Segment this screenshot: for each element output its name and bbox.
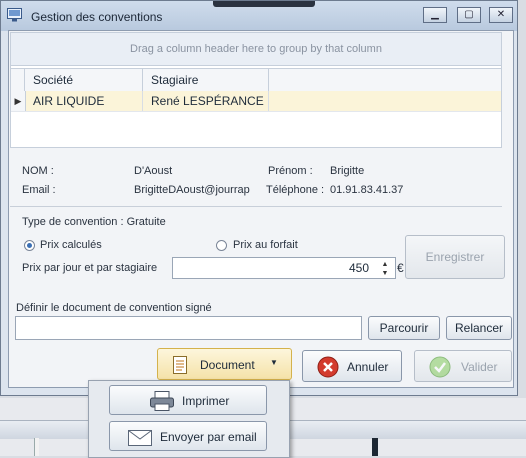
app-icon bbox=[7, 8, 22, 22]
radio-prix-forfait[interactable] bbox=[216, 240, 227, 251]
table-row[interactable]: ▶ AIR LIQUIDE René LESPÉRANCE bbox=[11, 91, 501, 112]
grid-header: Société Stagiaire bbox=[11, 68, 501, 92]
document-icon bbox=[173, 356, 187, 374]
browse-button[interactable]: Parcourir bbox=[368, 316, 440, 340]
menu-item-print-label: Imprimer bbox=[182, 394, 230, 408]
prenom-label: Prénom : bbox=[268, 165, 313, 177]
currency-symbol: € bbox=[397, 261, 404, 275]
document-menu-button[interactable]: Document ▼ bbox=[157, 348, 292, 380]
prenom-value: Brigitte bbox=[330, 165, 365, 177]
telephone-label: Téléphone : bbox=[266, 184, 325, 196]
title-bar[interactable]: Gestion des conventions ▁ ▢ ✕ bbox=[1, 1, 517, 31]
email-label: Email : bbox=[22, 184, 56, 196]
price-spinner-icon[interactable]: ▲ ▼ bbox=[380, 260, 390, 278]
close-icon: ✕ bbox=[496, 9, 506, 20]
cancel-button[interactable]: Annuler bbox=[302, 350, 402, 382]
radio-prix-calcules-label[interactable]: Prix calculés bbox=[40, 239, 102, 251]
check-icon bbox=[429, 356, 451, 378]
cancel-icon bbox=[317, 356, 339, 378]
email-value: BrigitteDAoust@jourrap bbox=[134, 184, 250, 196]
row-header-corner bbox=[11, 69, 25, 91]
minimize-icon: ▁ bbox=[431, 9, 439, 20]
price-value: 450 bbox=[348, 261, 369, 275]
save-button[interactable]: Enregistrer bbox=[405, 235, 505, 279]
cell-stagiaire[interactable]: René LESPÉRANCE bbox=[143, 91, 269, 111]
price-label: Prix par jour et par stagiaire bbox=[22, 262, 158, 274]
menu-item-print[interactable]: Imprimer bbox=[109, 385, 267, 415]
menu-item-email-label: Envoyer par email bbox=[160, 430, 257, 444]
remind-button[interactable]: Relancer bbox=[446, 316, 512, 340]
background-panel-edge bbox=[34, 438, 39, 456]
validate-label: Valider bbox=[461, 360, 498, 374]
radio-prix-calcules[interactable] bbox=[24, 240, 35, 251]
chevron-down-icon: ▼ bbox=[270, 358, 278, 367]
window-title: Gestion des conventions bbox=[31, 10, 163, 24]
group-panel[interactable]: Drag a column header here to group by th… bbox=[10, 32, 502, 66]
title-bar-notch bbox=[213, 1, 315, 7]
cell-societe[interactable]: AIR LIQUIDE bbox=[25, 91, 143, 111]
nom-label: NOM : bbox=[22, 165, 54, 177]
minimize-button[interactable]: ▁ bbox=[423, 7, 447, 23]
cancel-label: Annuler bbox=[347, 360, 389, 374]
maximize-button[interactable]: ▢ bbox=[457, 7, 481, 23]
document-path-input[interactable] bbox=[15, 316, 362, 340]
printer-icon bbox=[150, 391, 174, 411]
document-label: Définir le document de convention signé bbox=[16, 302, 212, 314]
document-menu-label: Document bbox=[200, 358, 255, 372]
telephone-value: 01.91.83.41.37 bbox=[330, 184, 404, 196]
background-panel-edge-dark bbox=[372, 438, 378, 456]
radio-prix-forfait-label[interactable]: Prix au forfait bbox=[233, 239, 298, 251]
row-indicator-icon: ▶ bbox=[11, 91, 26, 111]
nom-value: D'Aoust bbox=[134, 165, 173, 177]
conventions-grid[interactable]: Société Stagiaire ▶ AIR LIQUIDE René LES… bbox=[10, 66, 502, 148]
column-header-stagiaire[interactable]: Stagiaire bbox=[143, 69, 269, 91]
column-header-societe[interactable]: Société bbox=[25, 69, 143, 91]
document-dropdown-menu: Imprimer Envoyer par email bbox=[88, 380, 290, 458]
price-input[interactable]: 450 ▲ ▼ bbox=[172, 257, 396, 279]
menu-item-email[interactable]: Envoyer par email bbox=[109, 421, 267, 451]
separator bbox=[10, 206, 502, 207]
convention-type-label: Type de convention : Gratuite bbox=[22, 216, 166, 228]
envelope-icon bbox=[128, 430, 152, 446]
validate-button[interactable]: Valider bbox=[414, 350, 512, 382]
maximize-icon: ▢ bbox=[464, 9, 474, 20]
close-window-button[interactable]: ✕ bbox=[489, 7, 513, 23]
